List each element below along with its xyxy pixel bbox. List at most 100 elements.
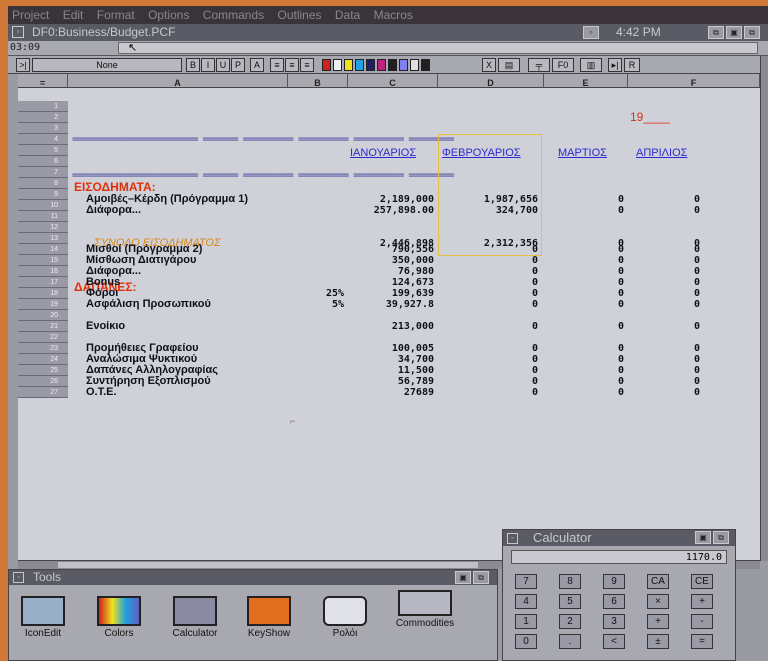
sort-icon[interactable]: ▤ <box>498 58 520 72</box>
color-yellow-swatch[interactable] <box>344 59 353 71</box>
header-january[interactable]: ΙΑΝΟΥΑΡΙΟΣ <box>350 148 416 159</box>
expense-f[interactable]: 0 <box>628 288 700 299</box>
menu-options[interactable]: Options <box>148 8 189 22</box>
tool-commodities[interactable]: Commodities <box>385 590 465 630</box>
expense-d[interactable]: 0 <box>438 376 538 387</box>
menu-format[interactable]: Format <box>97 8 135 22</box>
delete-icon[interactable]: X <box>482 58 496 72</box>
expense-d[interactable]: 0 <box>438 299 538 310</box>
row-header[interactable]: 15 <box>18 255 68 266</box>
calculator-key[interactable]: 8 <box>559 574 581 589</box>
tool-clock[interactable]: Ρολόι <box>315 596 375 640</box>
expense-e[interactable]: 0 <box>544 387 624 398</box>
expense-f[interactable]: 0 <box>628 354 700 365</box>
row-header[interactable]: 1 <box>18 101 68 112</box>
record-icon[interactable]: R <box>624 58 640 72</box>
calculator-key[interactable]: 0 <box>515 634 537 649</box>
income-c[interactable]: 257,898.00 <box>348 205 434 216</box>
income-e[interactable]: 0 <box>544 194 624 205</box>
row-header[interactable]: 27 <box>18 387 68 398</box>
expense-c[interactable]: 76,980 <box>348 266 434 277</box>
income-d[interactable]: 324,700 <box>438 205 538 216</box>
expense-b[interactable]: 5% <box>288 299 344 310</box>
expense-f[interactable]: 0 <box>628 321 700 332</box>
vertical-scrollbar[interactable] <box>760 56 768 561</box>
depth-icon[interactable]: ⧉ <box>713 531 729 544</box>
expense-e[interactable]: 0 <box>544 299 624 310</box>
row-header[interactable]: 23 <box>18 343 68 354</box>
close-gadget-icon[interactable]: ▫ <box>507 533 518 544</box>
calculator-key[interactable]: 1 <box>515 614 537 629</box>
expense-c[interactable]: 56,789 <box>348 376 434 387</box>
expense-e[interactable]: 0 <box>544 354 624 365</box>
window-titlebar[interactable]: ▫ DF0:Business/Budget.PCF ▫ 4:42 PM ⧉ ▣ … <box>8 24 768 41</box>
expense-f[interactable]: 0 <box>628 343 700 354</box>
expense-d[interactable]: 0 <box>438 343 538 354</box>
calculator-key[interactable]: 6 <box>603 594 625 609</box>
color-red-swatch[interactable] <box>322 59 331 71</box>
row-header[interactable]: 10 <box>18 200 68 211</box>
style-select[interactable]: None <box>32 58 182 72</box>
expense-e[interactable]: 0 <box>544 321 624 332</box>
row-header[interactable]: 26 <box>18 376 68 387</box>
tool-keyshow[interactable]: KeyShow <box>239 596 299 640</box>
menu-outlines[interactable]: Outlines <box>278 8 322 22</box>
row-header[interactable]: 8 <box>18 178 68 189</box>
expense-e[interactable]: 0 <box>544 376 624 387</box>
expense-label[interactable]: O.T.E. <box>86 387 117 398</box>
row-header[interactable]: 24 <box>18 354 68 365</box>
calculator-key[interactable]: = <box>691 634 713 649</box>
header-march[interactable]: ΜΑΡΤΙΟΣ <box>558 148 607 159</box>
expense-d[interactable]: 0 <box>438 387 538 398</box>
income-label[interactable]: Διάφορα... <box>86 205 141 216</box>
expense-c[interactable]: 790,556 <box>348 244 434 255</box>
column-header-b[interactable]: B <box>288 74 348 88</box>
expense-e[interactable]: 0 <box>544 244 624 255</box>
depth-icon[interactable]: ⧉ <box>473 571 489 584</box>
color-dark-swatch[interactable] <box>421 59 430 71</box>
expense-d[interactable]: 0 <box>438 266 538 277</box>
expense-d[interactable]: 0 <box>438 277 538 288</box>
corner-cell[interactable]: = <box>18 74 68 88</box>
expense-c[interactable]: 213,000 <box>348 321 434 332</box>
calculator-key[interactable]: + <box>691 594 713 609</box>
expense-e[interactable]: 0 <box>544 266 624 277</box>
expense-e[interactable]: 0 <box>544 288 624 299</box>
window-menu-icon[interactable]: ▫ <box>583 26 599 39</box>
expense-f[interactable]: 0 <box>628 365 700 376</box>
column-header-e[interactable]: E <box>544 74 628 88</box>
color-grey-swatch[interactable] <box>410 59 419 71</box>
cell-entry-field[interactable] <box>118 42 758 54</box>
calculator-key[interactable]: CE <box>691 574 713 589</box>
row-header[interactable]: 3 <box>18 123 68 134</box>
calculator-key[interactable]: ± <box>647 634 669 649</box>
expense-c[interactable]: 199,639 <box>348 288 434 299</box>
expense-d[interactable]: 0 <box>438 288 538 299</box>
color-navy-swatch[interactable] <box>366 59 375 71</box>
expense-c[interactable]: 350,000 <box>348 255 434 266</box>
row-header[interactable]: 5 <box>18 145 68 156</box>
calculator-key[interactable]: . <box>559 634 581 649</box>
expense-d[interactable]: 0 <box>438 321 538 332</box>
expense-e[interactable]: 0 <box>544 365 624 376</box>
expense-c[interactable]: 39,927.8 <box>348 299 434 310</box>
calculator-key[interactable]: - <box>691 614 713 629</box>
color-blue-swatch[interactable] <box>399 59 408 71</box>
expense-b[interactable]: 25% <box>288 288 344 299</box>
column-header-c[interactable]: C <box>348 74 438 88</box>
row-header[interactable]: 6 <box>18 156 68 167</box>
depth-icon[interactable]: ⧉ <box>708 26 724 39</box>
spreadsheet-grid[interactable]: 1 2 3 4 5 6 7 8 9 10 11 12 13 14 15 16 17 18 19 20 21 22 23 24 2… <box>18 88 760 560</box>
expense-d[interactable]: 0 <box>438 255 538 266</box>
color-black-swatch[interactable] <box>388 59 397 71</box>
tool-calculator[interactable]: Calculator <box>165 596 225 640</box>
year-cell[interactable]: 19____ <box>630 111 670 123</box>
chart-icon[interactable]: ▥ <box>580 58 602 72</box>
column-header-a[interactable]: A <box>68 74 288 88</box>
calculator-key[interactable]: 7 <box>515 574 537 589</box>
row-header[interactable]: 2 <box>18 112 68 123</box>
row-header[interactable]: 12 <box>18 222 68 233</box>
income-e[interactable]: 0 <box>544 205 624 216</box>
tools-titlebar[interactable]: ▫ Tools ▣ ⧉ <box>9 570 497 585</box>
calculator-key[interactable]: 3 <box>603 614 625 629</box>
